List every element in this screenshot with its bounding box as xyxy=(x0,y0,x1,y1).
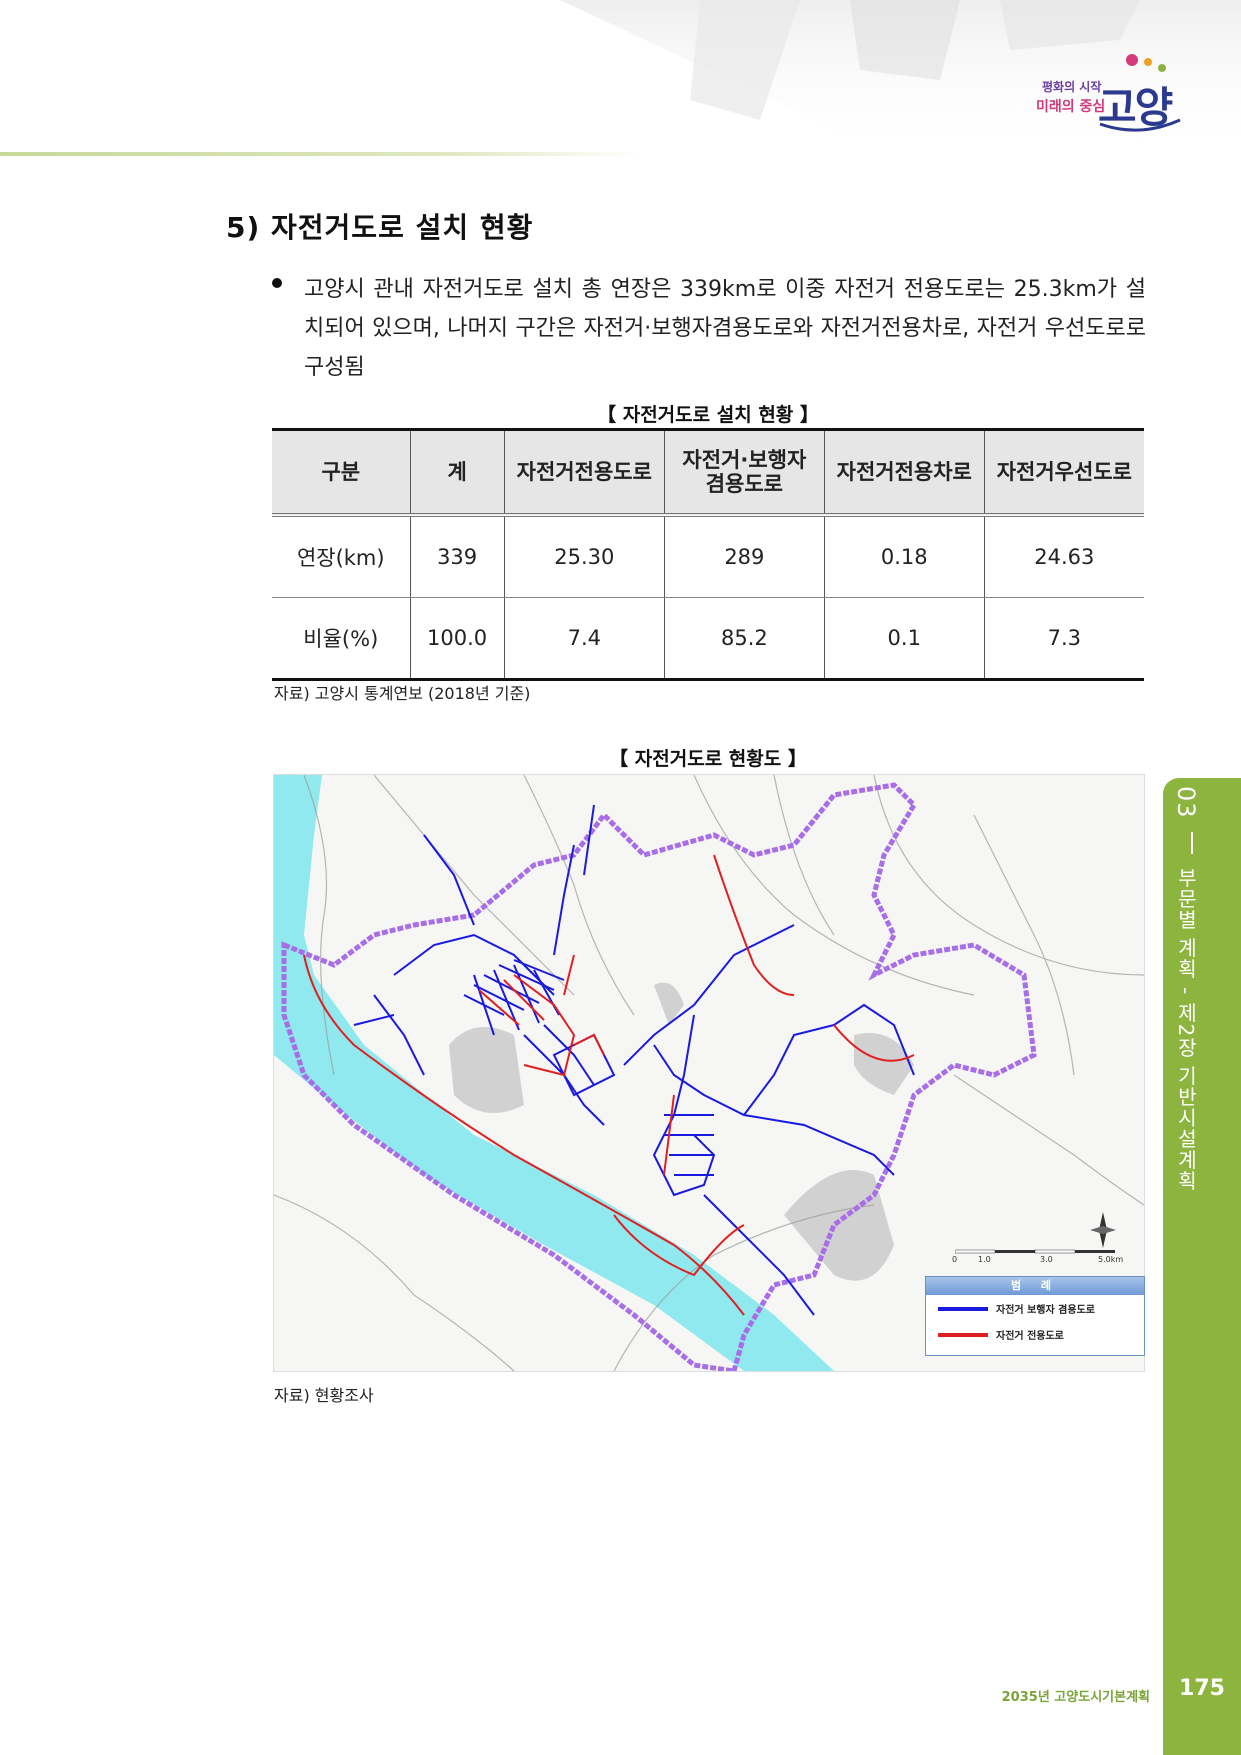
table-caption: 【 자전거도로 설치 현황 】 xyxy=(597,404,819,426)
bicycle-road-table: 구분 계 자전거전용도로 자전거·보행자 겸용도로 자전거전용차로 자전거우선도… xyxy=(272,428,1144,681)
chapter-side-label: 03 부문별 계획 - 제2장 기반시설계획 xyxy=(1172,786,1201,1192)
legend-label: 자전거 전용도로 xyxy=(996,1331,1064,1342)
table-row: 연장(km) 339 25.30 289 0.18 24.63 xyxy=(272,515,1144,598)
map-legend: 범 례 자전거 보행자 겸용도로 자전거 전용도로 xyxy=(925,1276,1145,1356)
scale-label: 1.0 xyxy=(978,1255,991,1264)
legend-item: 자전거 보행자 겸용도로 xyxy=(926,1295,1144,1321)
table-header-cell: 구분 xyxy=(272,429,411,515)
page-number: 175 xyxy=(1179,1676,1225,1701)
logo-tagline-1: 평화의 시작 xyxy=(1042,80,1102,94)
figure-source-note: 자료) 현황조사 xyxy=(274,1386,374,1405)
section-title: 5) 자전거도로 설치 현황 xyxy=(226,211,534,244)
bullet-dot-icon xyxy=(272,278,282,288)
scale-label: 5.0km xyxy=(1098,1255,1124,1264)
table-header-cell: 자전거·보행자 겸용도로 xyxy=(663,429,825,515)
north-arrow-icon xyxy=(1090,1212,1116,1248)
table-row: 비율(%) 100.0 7.4 85.2 0.1 7.3 xyxy=(272,597,1144,681)
table-header-cell: 계 xyxy=(409,429,505,515)
bullet-paragraph: 고양시 관내 자전거도로 설치 총 연장은 339km로 이중 자전거 전용도로… xyxy=(304,277,1146,380)
footer-document-title: 2035년 고양도시기본계획 xyxy=(1001,1690,1150,1705)
chapter-number: 03 xyxy=(1172,786,1200,819)
table-cell: 25.30 xyxy=(503,515,665,598)
table-header-row: 구분 계 자전거전용도로 자전거·보행자 겸용도로 자전거전용차로 자전거우선도… xyxy=(272,429,1144,515)
logo-tagline-2: 미래의 중심 xyxy=(1036,99,1106,115)
legend-swatch-blue xyxy=(938,1307,988,1311)
table-cell: 339 xyxy=(409,515,505,598)
table-cell: 24.63 xyxy=(983,515,1144,598)
table-header-cell: 자전거전용차로 xyxy=(823,429,985,515)
table-cell: 비율(%) xyxy=(272,597,411,681)
goyang-logo: 평화의 시작 미래의 중심 고양 xyxy=(1030,48,1190,138)
table-cell: 0.18 xyxy=(823,515,985,598)
table-cell: 연장(km) xyxy=(272,515,411,598)
figure-caption: 【 자전거도로 현황도 】 xyxy=(609,748,807,770)
scale-label: 3.0 xyxy=(1040,1255,1053,1264)
legend-item: 자전거 전용도로 xyxy=(926,1321,1144,1347)
table-cell: 289 xyxy=(663,515,825,598)
table-cell: 0.1 xyxy=(823,597,985,681)
legend-label: 자전거 보행자 겸용도로 xyxy=(996,1305,1095,1316)
table-header-cell: 자전거전용도로 xyxy=(503,429,665,515)
table-cell: 7.3 xyxy=(983,597,1144,681)
chapter-separator xyxy=(1190,831,1193,854)
table-source-note: 자료) 고양시 통계연보 (2018년 기준) xyxy=(274,684,531,703)
logo-wordmark: 고양 xyxy=(1098,83,1173,132)
legend-title: 범 례 xyxy=(926,1277,1144,1295)
header-rule xyxy=(0,152,640,156)
scale-label: 0 xyxy=(952,1255,958,1264)
table-cell: 7.4 xyxy=(503,597,665,681)
table-header-cell: 자전거우선도로 xyxy=(983,429,1144,515)
table-cell: 100.0 xyxy=(409,597,505,681)
legend-swatch-red xyxy=(938,1333,988,1337)
chapter-title: 부문별 계획 - 제2장 기반시설계획 xyxy=(1174,867,1198,1192)
table-cell: 85.2 xyxy=(663,597,825,681)
